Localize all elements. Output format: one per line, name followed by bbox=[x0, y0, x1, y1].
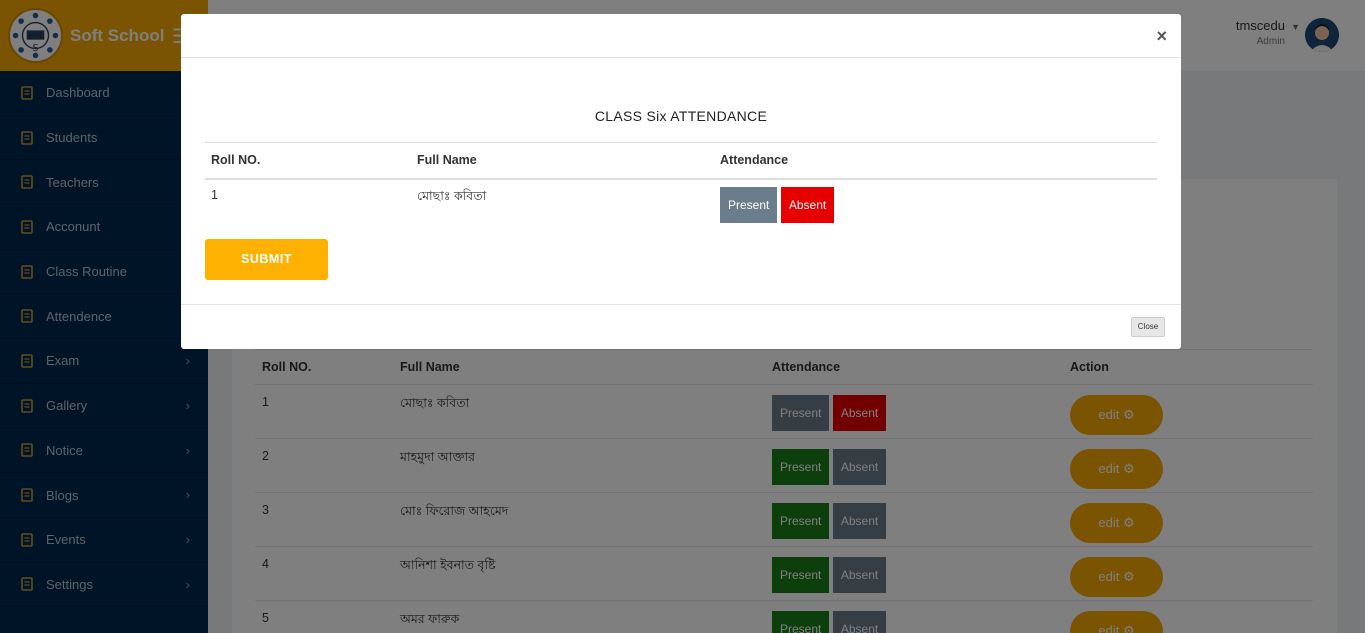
modal-footer: Close bbox=[181, 304, 1181, 349]
modal-col-roll: Roll NO. bbox=[205, 142, 411, 180]
submit-button[interactable]: SUBMIT bbox=[205, 239, 328, 280]
modal-header: × bbox=[181, 14, 1181, 58]
name-cell: মোছাঃ কবিতা bbox=[417, 188, 487, 203]
attendance-cell: Present Absent bbox=[714, 179, 1157, 223]
modal-attendance-table: Roll NO. Full Name Attendance 1 মোছাঃ কব… bbox=[205, 142, 1157, 223]
table-row: 1 মোছাঃ কবিতা Present Absent bbox=[205, 179, 1157, 223]
modal-col-name: Full Name bbox=[411, 142, 714, 180]
attendance-modal: × CLASS Six ATTENDANCE Roll NO. Full Nam… bbox=[181, 14, 1181, 349]
present-button[interactable]: Present bbox=[720, 186, 778, 223]
close-button[interactable]: Close bbox=[1131, 317, 1165, 337]
modal-col-attendance: Attendance bbox=[714, 142, 1157, 180]
roll-cell: 1 bbox=[211, 187, 218, 202]
modal-title: CLASS Six ATTENDANCE bbox=[594, 108, 768, 124]
close-icon[interactable]: × bbox=[1156, 26, 1167, 47]
absent-button[interactable]: Absent bbox=[780, 186, 835, 223]
